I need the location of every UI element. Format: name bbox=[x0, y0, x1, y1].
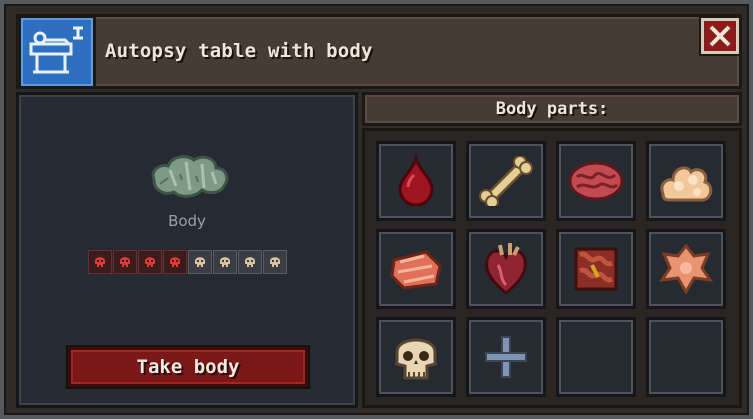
bone-icon bbox=[478, 156, 534, 206]
slot-heart[interactable] bbox=[466, 229, 546, 309]
slot-fat[interactable] bbox=[646, 141, 726, 221]
close-x-icon bbox=[709, 25, 731, 47]
intestines-icon bbox=[568, 241, 624, 297]
take-body-button[interactable]: Take body bbox=[68, 347, 308, 387]
slot-add-plus[interactable] bbox=[466, 317, 546, 397]
slot-brain[interactable] bbox=[556, 141, 636, 221]
skull-icon bbox=[393, 330, 439, 384]
body-parts-header: Body parts: bbox=[362, 92, 742, 126]
brain-icon bbox=[567, 159, 625, 203]
autopsy-table-blueprint-icon bbox=[18, 15, 96, 89]
body-condition-skulls bbox=[88, 250, 287, 274]
window-title: Autopsy table with body bbox=[105, 40, 373, 62]
add-plus-icon bbox=[484, 335, 528, 379]
red-skull-icon bbox=[113, 250, 137, 274]
heart-icon bbox=[480, 241, 532, 297]
slot-skin[interactable] bbox=[646, 229, 726, 309]
slot-intestines[interactable] bbox=[556, 229, 636, 309]
body-label: Body bbox=[168, 212, 206, 230]
wrapped-body-icon bbox=[151, 155, 229, 198]
blood-drop-icon bbox=[392, 155, 440, 207]
slot-bone[interactable] bbox=[466, 141, 546, 221]
beige-skull-icon bbox=[213, 250, 237, 274]
beige-skull-icon bbox=[188, 250, 212, 274]
fat-icon bbox=[657, 158, 715, 204]
close-button[interactable] bbox=[701, 18, 739, 54]
slot-skull[interactable] bbox=[376, 317, 456, 397]
meat-icon bbox=[388, 246, 444, 292]
red-skull-icon bbox=[88, 250, 112, 274]
empty-slot[interactable] bbox=[646, 317, 726, 397]
slot-blood-drop[interactable] bbox=[376, 141, 456, 221]
beige-skull-icon bbox=[263, 250, 287, 274]
red-skull-icon bbox=[138, 250, 162, 274]
slot-meat[interactable] bbox=[376, 229, 456, 309]
beige-skull-icon bbox=[238, 250, 262, 274]
red-skull-icon bbox=[163, 250, 187, 274]
skin-icon bbox=[658, 242, 714, 296]
empty-slot[interactable] bbox=[556, 317, 636, 397]
